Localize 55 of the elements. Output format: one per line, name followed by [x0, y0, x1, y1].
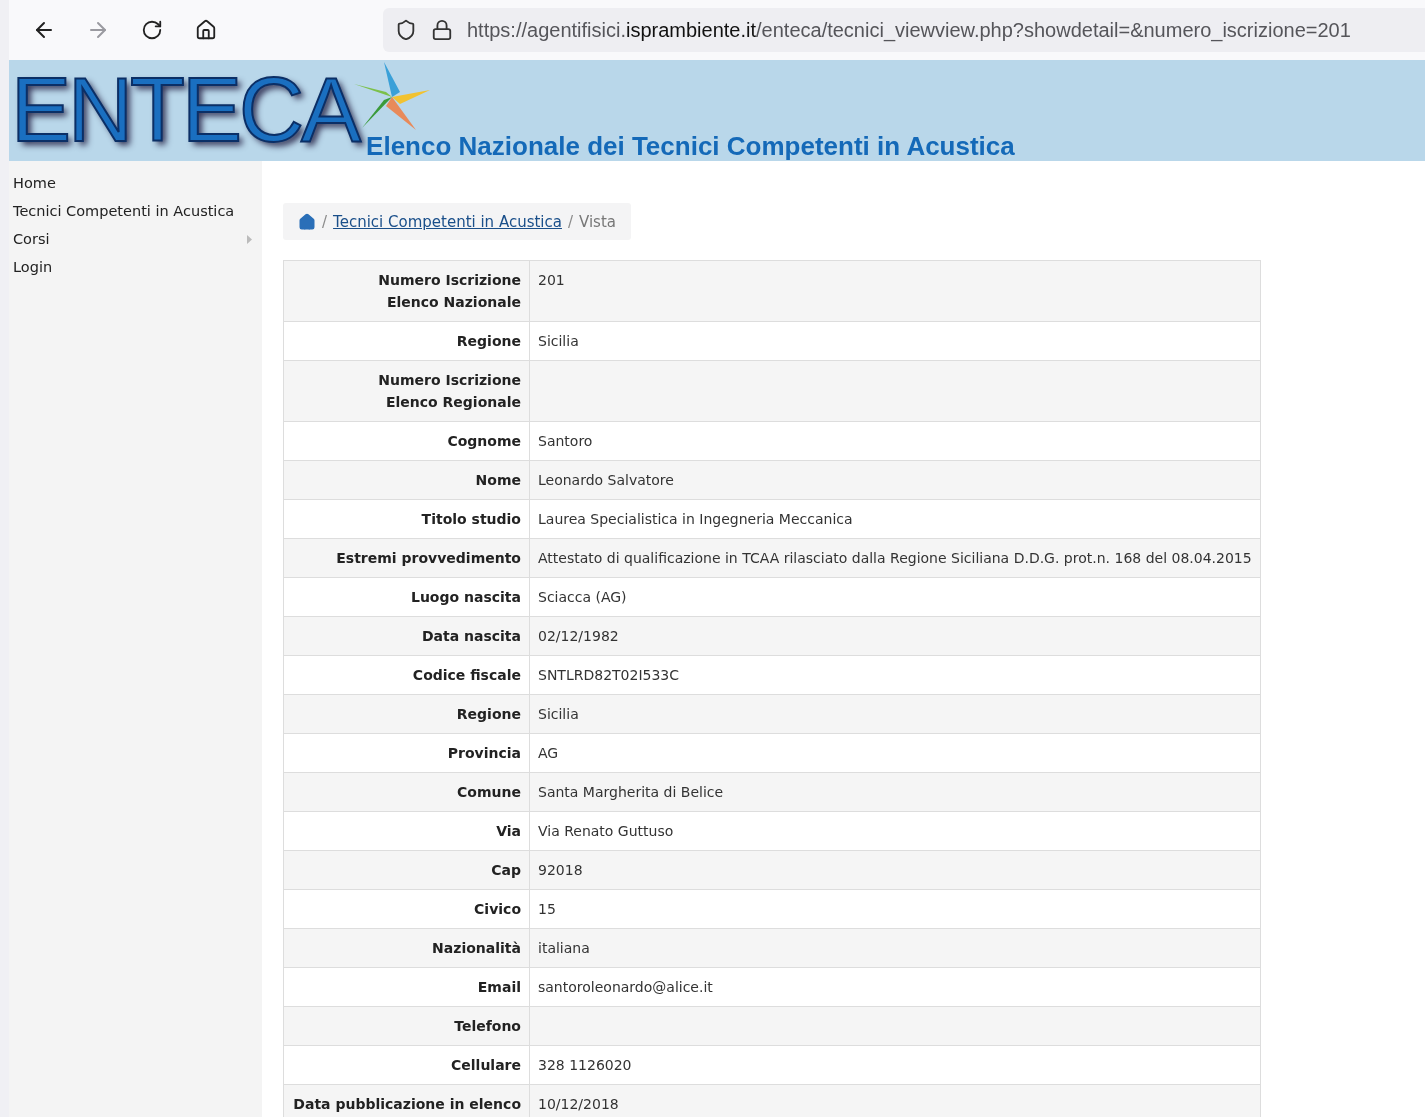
breadcrumb-separator: / [322, 212, 328, 231]
sidebar-item[interactable]: Login [9, 253, 262, 281]
sidebar-item[interactable]: Corsi [9, 225, 262, 253]
breadcrumb-link[interactable]: Tecnici Competenti in Acustica [333, 212, 562, 231]
field-label: Telefono [283, 1006, 530, 1046]
field-label: Luogo nascita [283, 577, 530, 617]
field-value: 02/12/1982 [529, 616, 1261, 656]
sidebar-item[interactable]: Home [9, 169, 262, 197]
field-label: Cognome [283, 421, 530, 461]
field-label: Data pubblicazione in elenco [283, 1084, 530, 1117]
field-value: Attestato di qualificazione in TCAA rilasciato dalla Regione Siciliana D.D.G. prot.n. 168 del 08.04.2015 [529, 538, 1261, 578]
field-value: italiana [529, 928, 1261, 968]
field-label: Titolo studio [283, 499, 530, 539]
field-label: Numero Iscrizione Elenco Nazionale [283, 260, 530, 322]
caret-icon [247, 234, 252, 244]
field-label: Cellulare [283, 1045, 530, 1085]
field-value: 201 [529, 260, 1261, 322]
reload-icon[interactable] [141, 19, 163, 41]
field-label: Provincia [283, 733, 530, 773]
address-bar[interactable]: https://agentifisici.isprambiente.it/enteca/tecnici_viewview.php?showdetail=&numero_iscrizione=201 [383, 8, 1425, 52]
breadcrumb-current: Vista [579, 212, 616, 231]
home-icon[interactable] [195, 19, 217, 41]
field-value: Sciacca (AG) [529, 577, 1261, 617]
field-label: Estremi provvedimento [283, 538, 530, 578]
field-value: Leonardo Salvatore [529, 460, 1261, 500]
field-value: Santa Margherita di Belice [529, 772, 1261, 812]
field-label: Regione [283, 694, 530, 734]
site-subtitle: Elenco Nazionale dei Tecnici Competenti in Acustica [366, 131, 1015, 161]
sidebar-item[interactable]: Tecnici Competenti in Acustica [9, 197, 262, 225]
field-label: Regione [283, 321, 530, 361]
site-logo: ENTECA [11, 65, 359, 155]
field-label: Numero Iscrizione Elenco Regionale [283, 360, 530, 422]
field-value: santoroleonardo@alice.it [529, 967, 1261, 1007]
field-label: Via [283, 811, 530, 851]
field-label: Data nascita [283, 616, 530, 656]
breadcrumb-separator: / [567, 212, 573, 231]
field-value: SNTLRD82T02I533C [529, 655, 1261, 695]
lock-icon [431, 19, 453, 41]
field-value: AG [529, 733, 1261, 773]
field-value: Laurea Specialistica in Ingegneria Meccanica [529, 499, 1261, 539]
field-label: Comune [283, 772, 530, 812]
field-value: 15 [529, 889, 1261, 929]
field-value: Sicilia [529, 694, 1261, 734]
field-value: 92018 [529, 850, 1261, 890]
field-label: Cap [283, 850, 530, 890]
field-value: Via Renato Guttuso [529, 811, 1261, 851]
field-label: Email [283, 967, 530, 1007]
field-value: 328 1126020 [529, 1045, 1261, 1085]
shield-icon [395, 19, 417, 41]
field-value: Santoro [529, 421, 1261, 461]
field-label: Nazionalità [283, 928, 530, 968]
field-label: Nome [283, 460, 530, 500]
field-label: Codice fiscale [283, 655, 530, 695]
field-value: Sicilia [529, 321, 1261, 361]
field-label: Civico [283, 889, 530, 929]
